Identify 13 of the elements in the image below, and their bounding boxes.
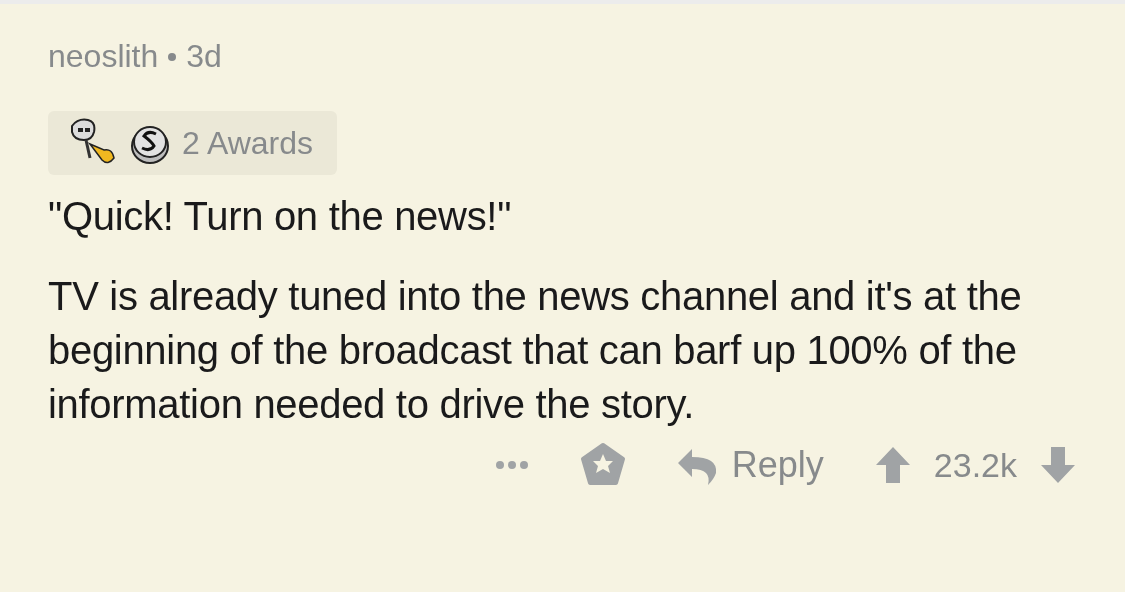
timestamp: 3d [186,38,222,75]
upvote-arrow-icon[interactable] [873,445,912,485]
reply-button[interactable]: Reply [675,444,824,486]
comment-text: "Quick! Turn on the news!" [48,193,513,240]
downvote-arrow-icon[interactable] [1039,445,1077,485]
more-options-icon[interactable] [493,459,530,471]
username[interactable]: neoslith [48,38,159,75]
awards-count: 2 Awards [182,124,314,162]
comment-text: TV is already tuned into the news channel and it's at the beginning of the broadcast that can barf up 100% of the information needed to drive the story. [48,273,1023,428]
awards-badge[interactable]: 2 Awards [48,111,338,175]
vote-score: 23.2k [933,445,1017,485]
award-icon[interactable] [579,443,626,487]
separator-dot-icon [168,52,177,61]
